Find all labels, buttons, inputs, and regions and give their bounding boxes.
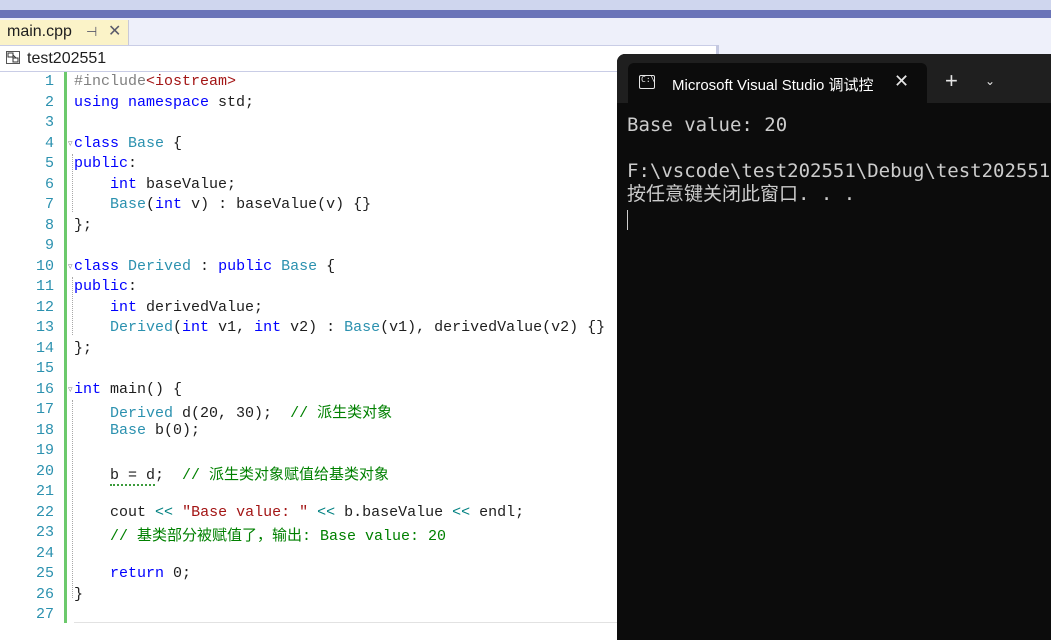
code-line: class Base {: [74, 134, 183, 152]
line-number: 7: [44, 196, 54, 213]
collapse-icon[interactable]: ▿: [68, 138, 73, 149]
title-strip: [0, 0, 1051, 10]
line-number: 15: [35, 360, 54, 377]
console-line: F:\vscode\test202551\Debug\test202551.ex…: [627, 160, 1051, 182]
navigation-bar: test202551: [0, 45, 720, 72]
line-number-gutter: 1 2 3 4 5 6 7 8 9 10 11 12 13 14 15 16 1…: [0, 72, 62, 640]
code-line: Base b(0);: [110, 421, 201, 439]
code-line: cout << "Base value: " << b.baseValue <<…: [110, 503, 525, 521]
collapse-icon[interactable]: ▿: [68, 384, 73, 395]
code-line: Derived d(20, 30); // 派生类对象: [110, 405, 393, 422]
line-number: 9: [44, 237, 54, 254]
line-number: 26: [35, 585, 54, 603]
code-line: }: [74, 585, 84, 603]
line-number: 16: [35, 380, 54, 398]
line-number: 19: [35, 442, 54, 459]
code-line: int baseValue;: [110, 175, 237, 193]
code-line: return 0;: [110, 565, 192, 582]
code-line: int derivedValue;: [110, 298, 264, 316]
code-line: using namespace std;: [74, 93, 255, 111]
line-number: 17: [35, 401, 54, 418]
code-line: int main() {: [74, 380, 183, 398]
code-line: };: [74, 216, 93, 234]
close-icon[interactable]: ✕: [108, 21, 121, 41]
project-scope-dropdown[interactable]: test202551: [27, 50, 106, 68]
code-line: // 基类部分被赋值了，输出: Base value: 20: [110, 528, 447, 545]
line-number: 22: [35, 503, 54, 521]
code-line: b = d; // 派生类对象赋值给基类对象: [110, 466, 390, 486]
code-editor[interactable]: 1 2 3 4 5 6 7 8 9 10 11 12 13 14 15 16 1…: [0, 72, 720, 640]
title-divider: [0, 10, 1051, 18]
code-line: public:: [74, 155, 138, 172]
console-tab-title: Microsoft Visual Studio 调试控: [672, 77, 874, 94]
pin-icon[interactable]: ⊣: [86, 24, 97, 40]
console-line: 按任意键关闭此窗口. . .: [627, 183, 856, 205]
text-cursor: [627, 210, 628, 230]
debug-console-window[interactable]: C:\ Microsoft Visual Studio 调试控 ✕ + ⌄ Ba…: [617, 54, 1051, 640]
line-number: 24: [35, 544, 54, 562]
tab-main-cpp[interactable]: main.cpp ⊣ ✕: [0, 20, 129, 45]
chevron-down-icon[interactable]: ⌄: [985, 74, 995, 88]
terminal-icon: C:\: [639, 75, 655, 89]
line-number: 27: [35, 606, 54, 623]
code-line: Base(int v) : baseValue(v) {}: [110, 196, 372, 213]
line-number: 10: [35, 257, 54, 275]
line-number: 3: [44, 114, 54, 131]
console-tab[interactable]: C:\ Microsoft Visual Studio 调试控 ✕: [628, 63, 927, 103]
line-number: 13: [35, 319, 54, 336]
console-titlebar: C:\ Microsoft Visual Studio 调试控 ✕ + ⌄: [617, 54, 1051, 103]
line-number: 14: [35, 339, 54, 357]
line-number: 2: [44, 93, 54, 111]
line-number: 12: [35, 298, 54, 316]
line-number: 11: [35, 278, 54, 295]
line-number: 6: [44, 175, 54, 193]
indent-guide: [72, 154, 73, 212]
line-number: 5: [44, 155, 54, 172]
new-tab-button[interactable]: +: [945, 70, 958, 92]
project-icon: [6, 51, 20, 64]
line-number: 4: [44, 134, 54, 152]
code-line: #include<iostream>: [74, 73, 237, 90]
change-tracking-bar: [64, 72, 67, 623]
code-line: };: [74, 339, 93, 357]
line-number: 21: [35, 483, 54, 500]
collapse-icon[interactable]: ▿: [68, 261, 73, 272]
close-icon[interactable]: ✕: [894, 71, 909, 92]
line-number: 20: [35, 462, 54, 480]
line-number: 18: [35, 421, 54, 439]
line-number: 25: [35, 565, 54, 582]
editor-tab-bar: main.cpp ⊣ ✕: [0, 18, 1051, 45]
squiggle-hint: b = d: [110, 466, 156, 486]
console-line: Base value: 20: [627, 114, 788, 136]
code-line: class Derived : public Base {: [74, 257, 336, 275]
code-line: public:: [74, 278, 138, 295]
line-number: 23: [35, 524, 54, 541]
code-line: Derived(int v1, int v2) : Base(v1), deri…: [110, 319, 606, 336]
indent-guide: [72, 277, 73, 335]
tab-label: main.cpp: [7, 23, 72, 40]
indent-guide: [72, 400, 73, 598]
console-output: Base value: 20 F:\vscode\test202551\Debug…: [627, 114, 1051, 206]
line-number: 1: [44, 73, 54, 90]
line-number: 8: [44, 216, 54, 234]
